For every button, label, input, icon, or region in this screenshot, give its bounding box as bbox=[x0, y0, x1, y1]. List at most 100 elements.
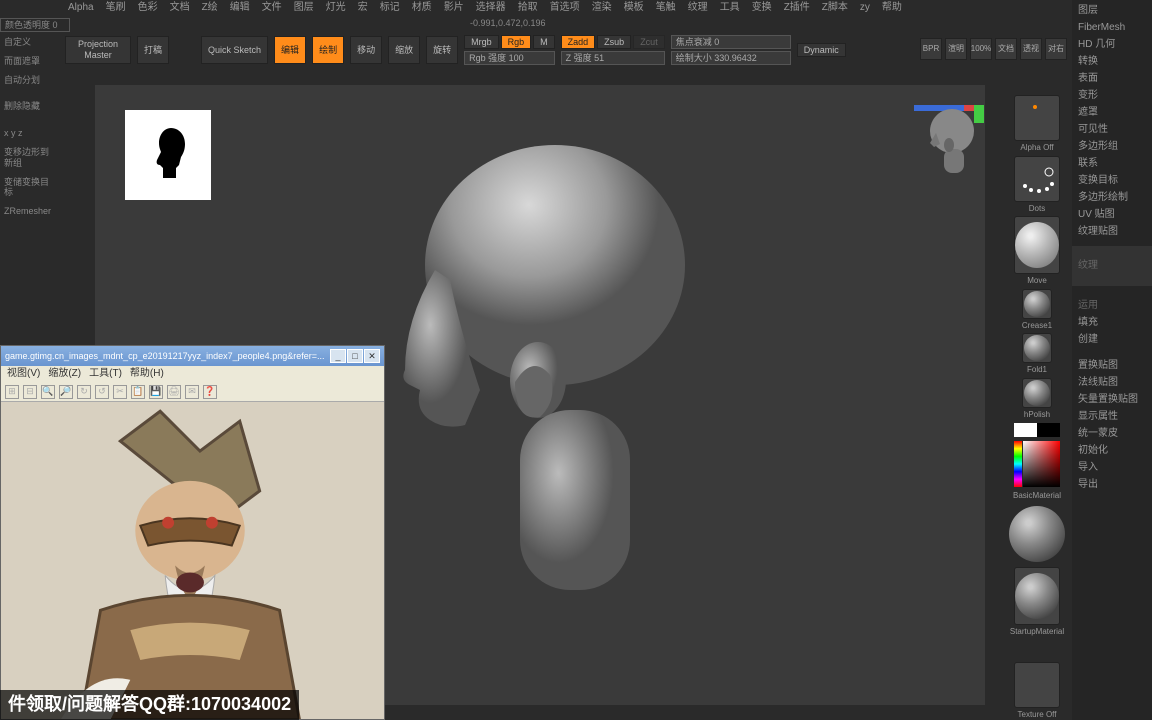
move-button[interactable]: 移动 bbox=[350, 36, 382, 64]
shelf-button[interactable]: 渲明 bbox=[945, 38, 967, 60]
menu-item[interactable]: Alpha bbox=[68, 2, 94, 14]
tool-icon[interactable]: 💾 bbox=[149, 385, 163, 399]
m-button[interactable]: M bbox=[533, 35, 555, 49]
tool-icon[interactable]: ✉ bbox=[185, 385, 199, 399]
stroke-slot[interactable] bbox=[1014, 156, 1060, 202]
zcut-button[interactable]: Zcut bbox=[633, 35, 665, 49]
menu-item[interactable]: 首选项 bbox=[550, 2, 580, 14]
menu-item[interactable]: 填充 bbox=[1078, 316, 1146, 330]
color-picker[interactable] bbox=[1014, 441, 1060, 487]
menu-item[interactable]: FiberMesh bbox=[1078, 21, 1146, 35]
menu-item[interactable]: 灯光 bbox=[326, 2, 346, 14]
document-thumbnail[interactable] bbox=[125, 110, 211, 200]
startup-material[interactable] bbox=[1014, 567, 1060, 625]
menu-item[interactable]: 选择器 bbox=[476, 2, 506, 14]
menu-item[interactable]: 创建 bbox=[1078, 333, 1146, 347]
ref-titlebar[interactable]: game.gtimg.cn_images_mdnt_cp_e20191217yy… bbox=[1, 346, 384, 366]
menu-item[interactable]: 法线贴图 bbox=[1078, 376, 1146, 390]
color-swatches[interactable] bbox=[1014, 423, 1060, 437]
zadd-button[interactable]: Zadd bbox=[561, 35, 596, 49]
menu-item[interactable]: 标记 bbox=[380, 2, 400, 14]
menu-item[interactable]: 影片 bbox=[444, 2, 464, 14]
menu-item[interactable]: 转换 bbox=[1078, 55, 1146, 69]
projection-master-button[interactable]: Projection Master bbox=[65, 36, 131, 64]
brush-slot[interactable] bbox=[1014, 216, 1060, 274]
draw-size-slider[interactable]: 绘制大小 330.96432 bbox=[671, 51, 791, 65]
menu-item[interactable]: 多边形组 bbox=[1078, 140, 1146, 154]
left-tool-item[interactable]: x y z bbox=[0, 125, 60, 142]
menu-item[interactable]: 色彩 bbox=[138, 2, 158, 14]
left-tool-item[interactable] bbox=[0, 90, 60, 96]
menu-item[interactable]: 纹理 bbox=[688, 2, 708, 14]
dynamic-button[interactable]: Dynamic bbox=[797, 43, 846, 57]
menu-item[interactable]: 变换 bbox=[752, 2, 772, 14]
tool-icon[interactable]: ❓ bbox=[203, 385, 217, 399]
menu-item[interactable]: Z绘 bbox=[202, 2, 218, 14]
menu-item[interactable]: 渲染 bbox=[592, 2, 612, 14]
tool-icon[interactable]: ✂ bbox=[113, 385, 127, 399]
menu-item[interactable]: HD 几何 bbox=[1078, 38, 1146, 52]
tool-icon[interactable]: ↺ bbox=[95, 385, 109, 399]
material-slot[interactable] bbox=[1009, 506, 1065, 562]
shelf-button[interactable]: 100% bbox=[970, 38, 992, 60]
ref-toolbar[interactable]: ⊞⊟🔍🔎↻↺✂📋💾🖨✉❓ bbox=[1, 382, 384, 402]
menu-item[interactable]: UV 贴图 bbox=[1078, 208, 1146, 222]
menu-item[interactable]: 显示属性 bbox=[1078, 410, 1146, 424]
brush-fold[interactable] bbox=[1022, 333, 1052, 363]
menu-item[interactable]: 联系 bbox=[1078, 157, 1146, 171]
menu-item[interactable]: Z插件 bbox=[784, 2, 810, 14]
daqiao-button[interactable]: 打稿 bbox=[137, 36, 169, 64]
menu-item[interactable]: 文档 bbox=[170, 2, 190, 14]
ref-menu[interactable]: document.write(JSON.parse(document.getEl… bbox=[1, 366, 384, 382]
brush-hpolish[interactable] bbox=[1022, 378, 1052, 408]
menu-item[interactable]: Z脚本 bbox=[822, 2, 848, 14]
menu-item[interactable]: 拾取 bbox=[518, 2, 538, 14]
menu-item[interactable]: 遮罩 bbox=[1078, 106, 1146, 120]
edit-button[interactable]: 编辑 bbox=[274, 36, 306, 64]
ref-menu-item[interactable]: 工具(T) bbox=[89, 368, 122, 380]
tool-icon[interactable]: ⊞ bbox=[5, 385, 19, 399]
menu-item[interactable]: 矢量置换贴图 bbox=[1078, 393, 1146, 407]
menu-item[interactable]: 可见性 bbox=[1078, 123, 1146, 137]
menu-item[interactable]: 初始化 bbox=[1078, 444, 1146, 458]
shelf-button[interactable]: 对右 bbox=[1045, 38, 1067, 60]
shelf-button[interactable]: BPR bbox=[920, 38, 942, 60]
tool-icon[interactable]: ↻ bbox=[77, 385, 91, 399]
left-tool-item[interactable]: 自动分划 bbox=[0, 72, 60, 89]
rotate-button[interactable]: 旋转 bbox=[426, 36, 458, 64]
left-tool-item[interactable] bbox=[0, 117, 60, 123]
left-tool-item[interactable]: 而面遮罩 bbox=[0, 53, 60, 70]
menu-item[interactable]: 变换目标 bbox=[1078, 174, 1146, 188]
menu-item[interactable]: 图层 bbox=[1078, 4, 1146, 18]
alpha-slot[interactable] bbox=[1014, 95, 1060, 141]
menu-item[interactable]: 帮助 bbox=[882, 2, 902, 14]
texture-slot[interactable] bbox=[1014, 662, 1060, 708]
menu-item[interactable]: 工具 bbox=[720, 2, 740, 14]
tool-icon[interactable]: ⊟ bbox=[23, 385, 37, 399]
rgb-intensity-slider[interactable]: Rgb 强度 100 bbox=[464, 51, 555, 65]
menu-item[interactable]: 表面 bbox=[1078, 72, 1146, 86]
menu-item[interactable]: 材质 bbox=[412, 2, 432, 14]
main-menu[interactable]: document.write(JSON.parse(document.getEl… bbox=[60, 0, 1072, 16]
tool-icon[interactable]: 🔍 bbox=[41, 385, 55, 399]
menu-item[interactable]: 纹理贴图 bbox=[1078, 225, 1146, 239]
menu-item[interactable]: 笔刷 bbox=[106, 2, 126, 14]
reference-window[interactable]: game.gtimg.cn_images_mdnt_cp_e20191217yy… bbox=[0, 345, 385, 720]
mrgb-button[interactable]: Mrgb bbox=[464, 35, 499, 49]
menu-item[interactable]: 多边形绘制 bbox=[1078, 191, 1146, 205]
ref-menu-item[interactable]: 帮助(H) bbox=[130, 368, 164, 380]
menu-item[interactable]: zy bbox=[860, 2, 870, 14]
zsub-button[interactable]: Zsub bbox=[597, 35, 631, 49]
minimize-icon[interactable]: _ bbox=[330, 349, 346, 363]
focal-shift-slider[interactable]: 焦点衰减 0 bbox=[671, 35, 791, 49]
draw-button[interactable]: 绘制 bbox=[312, 36, 344, 64]
left-tool-item[interactable]: 删除隐藏 bbox=[0, 98, 60, 115]
rgb-button[interactable]: Rgb bbox=[501, 35, 532, 49]
z-intensity-slider[interactable]: Z 强度 51 bbox=[561, 51, 665, 65]
menu-item[interactable]: 导入 bbox=[1078, 461, 1146, 475]
texture-sub[interactable]: 纹理 bbox=[1072, 246, 1152, 286]
menu-item[interactable]: 图层 bbox=[294, 2, 314, 14]
menu-item[interactable]: 编辑 bbox=[230, 2, 250, 14]
menu-item[interactable]: 模板 bbox=[624, 2, 644, 14]
scale-button[interactable]: 缩放 bbox=[388, 36, 420, 64]
